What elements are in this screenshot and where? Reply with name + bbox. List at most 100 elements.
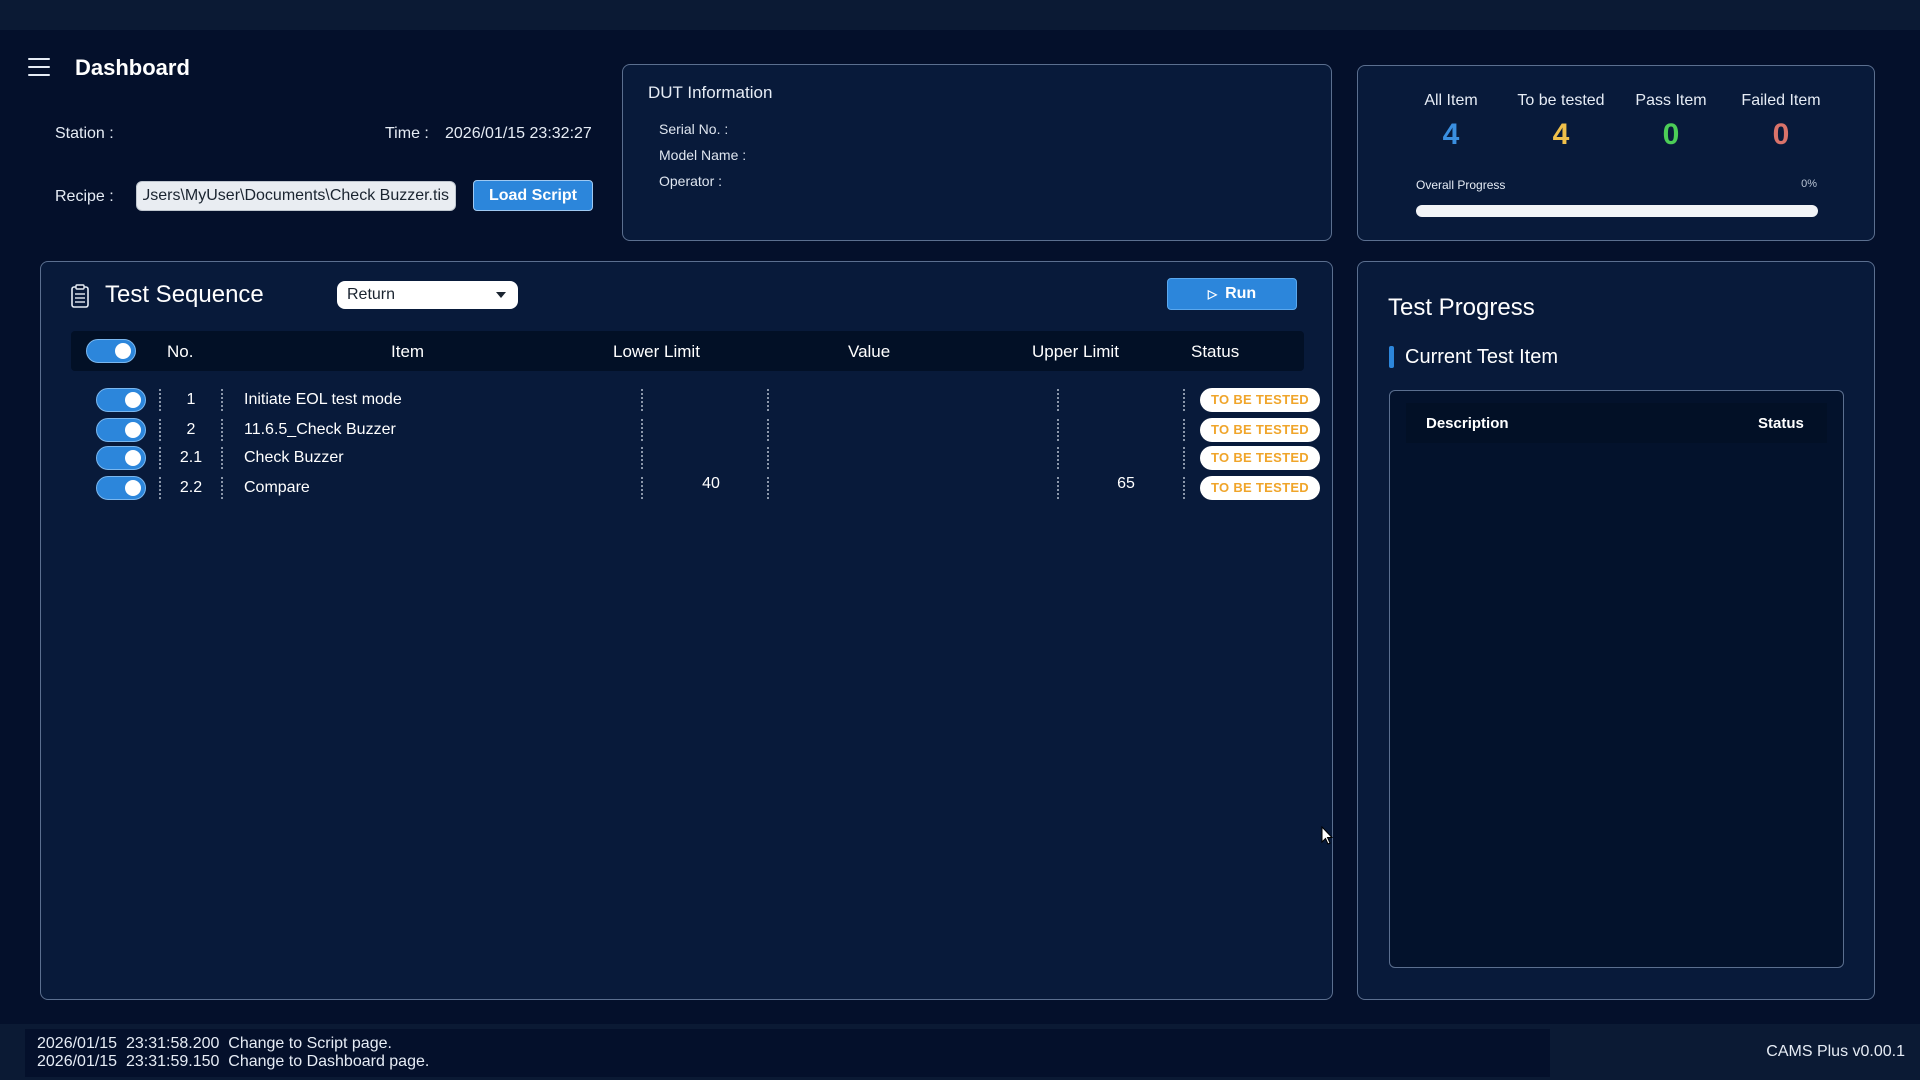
stat-to-be-tested: To be tested 4 (1501, 92, 1621, 152)
row-no: 2 (186, 421, 196, 438)
mouse-cursor-icon (1321, 826, 1333, 845)
column-divider (767, 389, 769, 411)
column-divider (1057, 419, 1059, 441)
time-value: 2026/01/15 23:32:27 (445, 125, 592, 142)
hamburger-menu-icon[interactable] (28, 58, 50, 76)
overall-progress-bar (1416, 205, 1818, 217)
run-button-label: Run (1225, 285, 1257, 302)
stat-fail-value: 0 (1772, 118, 1790, 151)
column-divider (641, 389, 643, 411)
summary-stats-panel: All Item 4 To be tested 4 Pass Item 0 Fa… (1357, 65, 1875, 241)
col-status: Status (1191, 342, 1240, 361)
row-enable-toggle[interactable] (96, 476, 146, 500)
row-item: Check Buzzer (244, 449, 344, 466)
page-title: Dashboard (75, 55, 190, 80)
chevron-down-icon (496, 292, 506, 298)
stat-pass-item: Pass Item 0 (1611, 92, 1731, 152)
time-label: Time : (385, 125, 429, 142)
current-item-table-header: Description Status (1406, 403, 1827, 443)
stat-tbt-label: To be tested (1517, 92, 1605, 109)
table-row[interactable]: 1 Initiate EOL test mode TO BE TESTED (71, 385, 1320, 415)
column-divider (221, 447, 223, 469)
stat-pass-value: 0 (1662, 118, 1680, 151)
column-divider (1057, 477, 1059, 499)
row-enable-toggle[interactable] (96, 388, 146, 412)
row-enable-toggle[interactable] (96, 446, 146, 470)
current-test-item-title: Current Test Item (1405, 346, 1559, 368)
run-button[interactable]: ▷ Run (1167, 278, 1297, 310)
operator-label: Operator : (659, 173, 723, 189)
row-item: Compare (244, 479, 310, 496)
column-divider (767, 447, 769, 469)
select-all-toggle[interactable] (86, 339, 136, 363)
column-divider (767, 477, 769, 499)
dut-information-panel: DUT Information Serial No. : Model Name … (622, 64, 1332, 241)
col-no: No. (167, 342, 194, 361)
row-lower-limit: 40 (702, 475, 720, 492)
row-no: 1 (186, 391, 196, 408)
test-progress-panel: Test Progress Current Test Item Descript… (1357, 261, 1875, 1000)
col-value: Value (848, 342, 891, 361)
sequence-table-header: No. Item Lower Limit Value Upper Limit S… (71, 331, 1304, 371)
row-item: Initiate EOL test mode (244, 391, 402, 408)
col-item: Item (391, 342, 425, 361)
row-upper-limit: 65 (1117, 475, 1135, 492)
status-badge: TO BE TESTED (1200, 418, 1320, 442)
stat-pass-label: Pass Item (1635, 92, 1707, 109)
test-progress-title: Test Progress (1388, 294, 1535, 321)
station-label: Station : (55, 125, 114, 142)
stat-all-item: All Item 4 (1391, 92, 1511, 152)
column-divider (1057, 447, 1059, 469)
log-console[interactable]: 2026/01/15 23:31:58.200 Change to Script… (25, 1029, 1550, 1077)
play-icon: ▷ (1207, 287, 1218, 301)
sequence-mode-value: Return (347, 286, 396, 303)
test-sequence-panel: Test Sequence Return ▷ Run No. Item Lower… (40, 261, 1333, 1000)
clipboard-icon (71, 284, 89, 308)
table-row[interactable]: 2.2 Compare 40 65 TO BE TESTED (71, 473, 1320, 503)
load-script-button[interactable]: Load Script (473, 180, 593, 211)
table-row[interactable]: 2 11.6.5_Check Buzzer TO BE TESTED (71, 415, 1320, 445)
current-test-item-box: Description Status (1389, 390, 1844, 968)
test-sequence-title: Test Sequence (105, 281, 264, 308)
model-name-label: Model Name : (659, 147, 747, 163)
overall-progress-percent: 0% (1801, 178, 1817, 190)
recipe-label: Recipe : (55, 188, 114, 205)
column-divider (1183, 447, 1185, 469)
col-upper-limit: Upper Limit (1032, 342, 1119, 361)
column-divider (767, 419, 769, 441)
status-badge: TO BE TESTED (1200, 476, 1320, 500)
col-description: Description (1426, 415, 1509, 432)
column-divider (159, 389, 161, 411)
column-divider (1183, 389, 1185, 411)
stat-all-label: All Item (1424, 92, 1478, 109)
col-lower-limit: Lower Limit (613, 342, 700, 361)
column-divider (1057, 389, 1059, 411)
column-divider (1183, 419, 1185, 441)
row-item: 11.6.5_Check Buzzer (244, 421, 396, 438)
column-divider (641, 419, 643, 441)
current-item-accent (1389, 346, 1394, 368)
column-divider (221, 419, 223, 441)
top-bar (0, 0, 1920, 30)
column-divider (641, 477, 643, 499)
stat-fail-label: Failed Item (1741, 92, 1821, 109)
status-footer: 2026/01/15 23:31:58.200 Change to Script… (0, 1024, 1920, 1080)
row-no: 2.1 (179, 449, 203, 466)
stat-failed-item: Failed Item 0 (1721, 92, 1841, 152)
row-no: 2.2 (179, 479, 203, 496)
status-badge: TO BE TESTED (1200, 446, 1320, 470)
column-divider (1183, 477, 1185, 499)
column-divider (641, 447, 643, 469)
column-divider (159, 477, 161, 499)
table-row[interactable]: 2.1 Check Buzzer TO BE TESTED (71, 443, 1320, 473)
sequence-mode-select[interactable]: Return (337, 281, 518, 309)
log-line: 2026/01/15 23:31:59.150 Change to Dashbo… (37, 1053, 430, 1070)
row-enable-toggle[interactable] (96, 418, 146, 442)
status-badge: TO BE TESTED (1200, 388, 1320, 412)
app-version: CAMS Plus v0.00.1 (1766, 1043, 1905, 1060)
recipe-path-input[interactable] (136, 181, 456, 211)
col-current-status: Status (1758, 415, 1804, 432)
column-divider (159, 419, 161, 441)
column-divider (221, 389, 223, 411)
serial-no-label: Serial No. : (659, 121, 729, 137)
